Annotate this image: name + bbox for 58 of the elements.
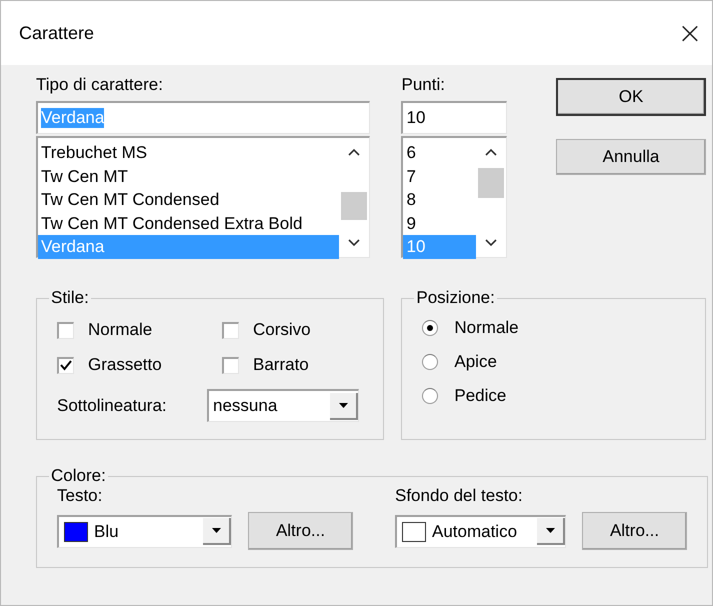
list-item[interactable]: Trebuchet MS	[38, 141, 340, 164]
radio-label: Apice	[454, 352, 497, 372]
group-title: Colore:	[50, 466, 107, 486]
checkbox[interactable]	[222, 322, 239, 338]
checkbox-label: Normale	[88, 320, 152, 340]
color-dropdown[interactable]: Automatico	[395, 514, 566, 548]
list-item[interactable]: 8	[403, 188, 476, 212]
scroll-down-icon	[485, 239, 497, 247]
scroll-down-icon	[348, 239, 360, 247]
color-dropdown[interactable]: Blu	[57, 514, 232, 548]
radio-button[interactable]	[422, 354, 438, 370]
checkbox[interactable]	[222, 356, 239, 374]
caret-icon	[212, 528, 220, 533]
dropdown-button[interactable]	[330, 392, 358, 420]
checkbox-label: Barrato	[253, 355, 309, 375]
selected-text: Verdana	[41, 108, 104, 128]
radio-label: Pedice	[454, 386, 506, 406]
checkbox[interactable]	[57, 322, 74, 338]
checkbox-label: Grassetto	[88, 355, 162, 375]
checkbox-label: Corsivo	[253, 320, 311, 340]
dropdown-button[interactable]	[537, 518, 565, 545]
list-item[interactable]: 9	[403, 212, 476, 235]
scroll-up-icon	[348, 148, 360, 156]
caret-icon	[338, 402, 348, 408]
scroll-up-icon	[485, 148, 497, 156]
caret-icon	[546, 528, 554, 533]
selected-text: 10	[406, 108, 426, 128]
dropdown-value: Automatico	[432, 522, 518, 542]
checkmark-icon	[60, 360, 72, 371]
checkbox[interactable]	[57, 356, 74, 374]
list-item[interactable]: 7	[403, 164, 476, 188]
scroll-thumb[interactable]	[478, 168, 504, 198]
field-label: Tipo di carattere:	[36, 75, 164, 95]
dropdown[interactable]: nessuna	[207, 389, 359, 422]
dropdown-button[interactable]	[203, 518, 231, 545]
radio-label: Normale	[454, 318, 519, 338]
scroll-thumb[interactable]	[341, 192, 368, 220]
group-title: Posizione:	[415, 288, 496, 308]
group-title: Stile:	[50, 288, 90, 308]
ok-button[interactable]: OK	[556, 78, 706, 116]
radio-button[interactable]	[422, 320, 438, 336]
dropdown-value: nessuna	[213, 396, 278, 416]
radio-button[interactable]	[422, 388, 438, 404]
list-item[interactable]: Tw Cen MT Condensed	[38, 188, 340, 212]
field-label: Punti:	[401, 75, 446, 95]
field-label: Testo:	[57, 486, 104, 506]
more-button[interactable]: Altro...	[248, 512, 353, 550]
list-item[interactable]: Tw Cen MT	[38, 164, 340, 188]
list-item[interactable]: 6	[403, 141, 476, 164]
text-field[interactable]: 10	[401, 101, 507, 134]
window-title: Carattere	[19, 22, 94, 44]
dropdown-value: Blu	[94, 522, 119, 542]
field-label: Sottolineatura:	[57, 396, 168, 416]
more-button[interactable]: Altro...	[582, 512, 687, 550]
field-label: Sfondo del testo:	[395, 486, 524, 506]
close-button[interactable]: ×	[668, 11, 712, 55]
list-item[interactable]: Tw Cen MT Condensed Extra Bold	[38, 212, 340, 235]
cancel-button[interactable]: Annulla	[556, 139, 706, 175]
